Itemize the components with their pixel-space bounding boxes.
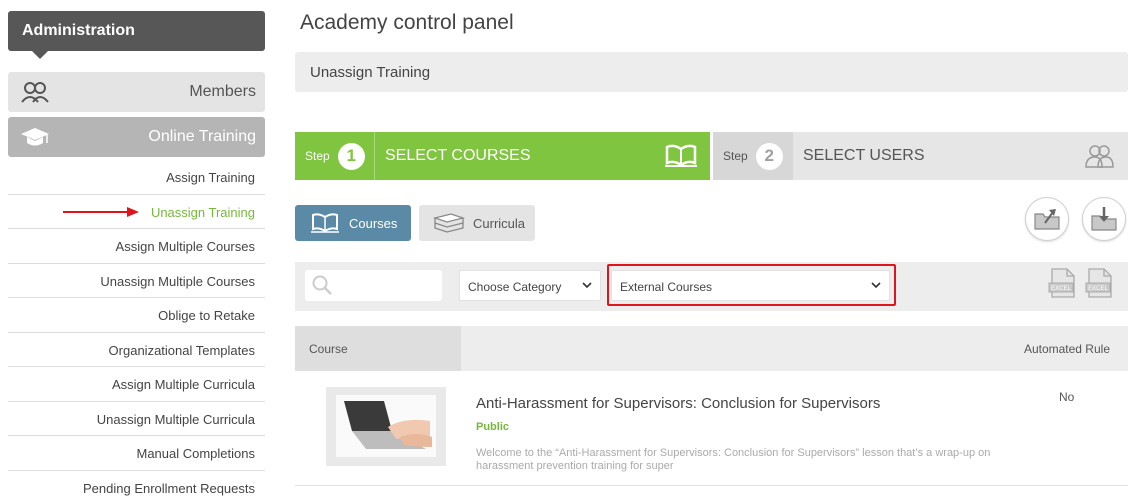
table-header: Course Automated Rule [295, 326, 1128, 371]
category-select[interactable]: Choose Category [459, 270, 601, 301]
folder-download-icon [1091, 207, 1117, 231]
submenu-assign-multiple-curricula[interactable]: Assign Multiple Curricula [8, 367, 265, 402]
submenu-label: Unassign Multiple Courses [100, 273, 255, 289]
step-select-courses[interactable]: Step 1 SELECT COURSES [295, 132, 710, 180]
submenu-label: Organizational Templates [108, 342, 255, 358]
users-outline-icon [1085, 145, 1114, 168]
submenu-label: Manual Completions [136, 446, 255, 461]
open-book-icon [311, 213, 339, 233]
submenu-oblige-to-retake[interactable]: Oblige to Retake [8, 298, 265, 333]
column-header-course[interactable]: Course [295, 326, 461, 371]
automated-rule-value: No [1059, 390, 1075, 404]
step-prefix: Step [305, 149, 330, 163]
submenu-pending-enrollment-requests[interactable]: Pending Enrollment Requests [8, 471, 265, 502]
breadcrumb: Unassign Training [295, 52, 1128, 92]
submenu-unassign-multiple-curricula[interactable]: Unassign Multiple Curricula [8, 402, 265, 436]
submenu-assign-multiple-courses[interactable]: Assign Multiple Courses [8, 229, 265, 264]
tab-curricula-label: Curricula [473, 215, 526, 231]
submenu-label: Oblige to Retake [158, 308, 255, 323]
folder-upload-icon [1034, 209, 1060, 230]
chevron-down-icon [582, 282, 592, 289]
course-thumbnail [326, 387, 446, 466]
svg-text:EXCEL: EXCEL [1051, 286, 1071, 292]
submenu-label: Assign Training [166, 170, 255, 185]
sidebar-item-members-label: Members [189, 83, 256, 100]
graduation-cap-icon [21, 128, 49, 146]
excel-export-icon[interactable]: EXCEL [1048, 267, 1078, 299]
search-icon [312, 275, 332, 295]
submenu-unassign-training[interactable]: Unassign Training [8, 195, 265, 229]
submenu-label: Assign Multiple Courses [115, 239, 255, 254]
sidebar-item-members[interactable]: Members [8, 72, 265, 112]
page-title: Academy control panel [300, 11, 514, 34]
table-row[interactable]: Anti-Harassment for Supervisors: Conclus… [295, 371, 1128, 486]
submenu-label: Unassign Multiple Curricula [96, 411, 255, 427]
books-stack-icon [433, 213, 465, 233]
tab-courses-label: Courses [349, 215, 398, 231]
sidebar-item-online-training-label: Online Training [148, 128, 256, 145]
submenu-manual-completions[interactable]: Manual Completions [8, 436, 265, 471]
step-number: 2 [755, 142, 783, 170]
submenu-label: Pending Enrollment Requests [83, 480, 255, 496]
laptop-typing-image [326, 387, 446, 466]
submenu-unassign-multiple-courses[interactable]: Unassign Multiple Courses [8, 264, 265, 298]
upload-folder-button[interactable] [1025, 197, 1069, 241]
excel-export-icon[interactable]: EXCEL [1085, 267, 1115, 299]
sidebar-item-online-training[interactable]: Online Training [8, 117, 265, 157]
step-title: SELECT COURSES [385, 147, 531, 164]
step-select-users[interactable]: Step 2 SELECT USERS [713, 132, 1128, 180]
course-title[interactable]: Anti-Harassment for Supervisors: Conclus… [476, 395, 880, 412]
search-input[interactable] [337, 270, 437, 301]
step-title: SELECT USERS [803, 147, 925, 164]
step-lead: Step 1 [295, 132, 375, 180]
users-icon [21, 82, 49, 103]
step-prefix: Step [723, 149, 748, 163]
column-header-automated-rule[interactable]: Automated Rule [1024, 342, 1110, 356]
submenu-label: Unassign Training [150, 204, 255, 220]
tab-curricula[interactable]: Curricula [419, 205, 535, 241]
course-description: Welcome to the “Anti-Harassment for Supe… [476, 447, 991, 472]
administration-header: Administration [8, 11, 265, 59]
download-folder-button[interactable] [1082, 197, 1126, 241]
tab-courses[interactable]: Courses [295, 205, 411, 241]
submenu-organizational-templates[interactable]: Organizational Templates [8, 333, 265, 367]
submenu-label: Assign Multiple Curricula [111, 377, 255, 392]
visibility-badge: Public [476, 421, 510, 433]
search-field[interactable] [305, 270, 442, 301]
submenu-assign-training[interactable]: Assign Training [8, 160, 265, 195]
svg-text:EXCEL: EXCEL [1088, 286, 1108, 292]
online-training-submenu: Assign Training Unassign Training Assign… [8, 160, 265, 502]
open-book-icon [665, 144, 697, 167]
red-arrow-annotation [63, 206, 139, 217]
category-select-value: Choose Category [468, 280, 562, 294]
red-highlight-box [607, 264, 896, 306]
step-number: 1 [337, 142, 365, 170]
step-lead: Step 2 [713, 132, 793, 180]
